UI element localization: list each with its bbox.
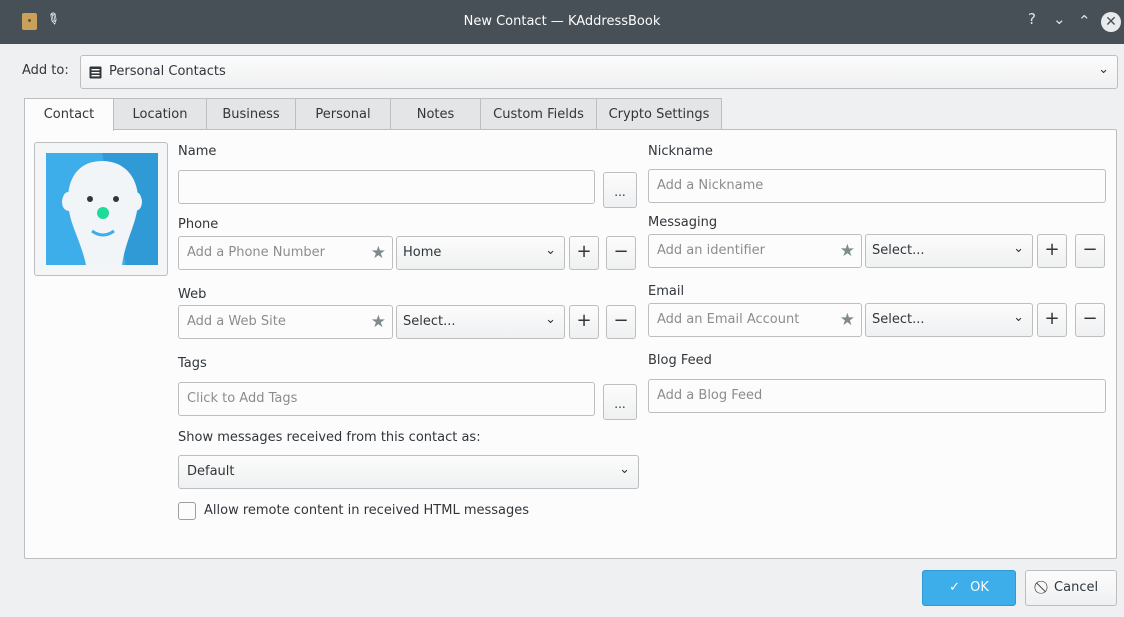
close-icon[interactable]: ✕ xyxy=(1101,12,1121,32)
phone-input[interactable]: Add a Phone Number ★ xyxy=(178,236,393,270)
avatar-face-icon xyxy=(62,153,158,265)
tab-location[interactable]: Location xyxy=(113,98,207,130)
maximize-icon[interactable]: ⌃ xyxy=(1078,12,1091,30)
tags-more-button[interactable]: ... xyxy=(603,384,637,420)
ok-button[interactable]: ✓ OK xyxy=(922,570,1016,606)
checkmark-icon: ✓ xyxy=(949,580,960,595)
name-input[interactable] xyxy=(178,170,595,204)
blog-feed-placeholder: Add a Blog Feed xyxy=(657,388,763,403)
title-bar: ✎ New Contact — KAddressBook ? ⌄ ⌃ ✕ xyxy=(0,0,1124,44)
blog-feed-label: Blog Feed xyxy=(648,353,712,368)
minimize-icon[interactable]: ⌄ xyxy=(1053,10,1066,28)
tab-crypto-settings[interactable]: Crypto Settings xyxy=(596,98,722,130)
email-label: Email xyxy=(648,284,685,299)
tags-input[interactable]: Click to Add Tags xyxy=(178,382,595,416)
messaging-type-value: Select... xyxy=(872,243,925,258)
messaging-add-button[interactable]: + xyxy=(1037,234,1067,268)
tab-business[interactable]: Business xyxy=(206,98,296,130)
phone-remove-button[interactable]: − xyxy=(606,236,636,270)
phone-type-combobox[interactable]: Home ⌄ xyxy=(396,236,565,270)
email-placeholder: Add an Email Account xyxy=(657,312,800,327)
phone-type-value: Home xyxy=(403,245,442,260)
web-label: Web xyxy=(178,287,207,302)
chevron-down-icon: ⌄ xyxy=(545,312,556,327)
web-add-button[interactable]: + xyxy=(569,305,599,339)
messaging-label: Messaging xyxy=(648,215,718,230)
nickname-label: Nickname xyxy=(648,144,713,159)
chevron-down-icon: ⌄ xyxy=(545,243,556,258)
web-placeholder: Add a Web Site xyxy=(187,314,286,329)
tab-notes[interactable]: Notes xyxy=(390,98,481,130)
phone-placeholder: Add a Phone Number xyxy=(187,245,326,260)
email-add-button[interactable]: + xyxy=(1037,303,1067,337)
phone-label: Phone xyxy=(178,217,219,232)
tags-label: Tags xyxy=(178,356,207,371)
name-label: Name xyxy=(178,144,217,159)
tab-personal[interactable]: Personal xyxy=(295,98,391,130)
show-messages-label: Show messages received from this contact… xyxy=(178,430,481,445)
allow-remote-content-checkbox[interactable] xyxy=(178,502,196,520)
email-remove-button[interactable]: − xyxy=(1075,303,1105,337)
allow-remote-content-label[interactable]: Allow remote content in received HTML me… xyxy=(204,503,529,518)
web-type-value: Select... xyxy=(403,314,456,329)
chevron-down-icon: ⌄ xyxy=(1098,62,1109,77)
email-input[interactable]: Add an Email Account ★ xyxy=(648,303,862,337)
chevron-down-icon: ⌄ xyxy=(1013,310,1024,325)
star-icon[interactable]: ★ xyxy=(371,243,386,263)
address-book-icon xyxy=(89,66,102,79)
messaging-type-combobox[interactable]: Select... ⌄ xyxy=(865,234,1033,268)
messaging-input[interactable]: Add an identifier ★ xyxy=(648,234,862,268)
tab-custom-fields[interactable]: Custom Fields xyxy=(480,98,597,130)
messaging-placeholder: Add an identifier xyxy=(657,243,765,258)
show-messages-combobox[interactable]: Default ⌄ xyxy=(178,455,639,489)
star-icon[interactable]: ★ xyxy=(371,312,386,332)
web-type-combobox[interactable]: Select... ⌄ xyxy=(396,305,565,339)
star-icon[interactable]: ★ xyxy=(840,310,855,330)
email-type-combobox[interactable]: Select... ⌄ xyxy=(865,303,1033,337)
ok-label: OK xyxy=(970,580,989,595)
star-icon[interactable]: ★ xyxy=(840,241,855,261)
help-icon[interactable]: ? xyxy=(1028,10,1036,28)
add-to-label: Add to: xyxy=(22,63,69,78)
tags-placeholder: Click to Add Tags xyxy=(187,391,298,406)
add-to-combobox[interactable]: Personal Contacts ⌄ xyxy=(80,55,1118,89)
blog-feed-input[interactable]: Add a Blog Feed xyxy=(648,379,1106,413)
cancel-button[interactable]: ⃠ Cancel xyxy=(1025,570,1117,606)
nickname-input[interactable]: Add a Nickname xyxy=(648,169,1106,203)
cancel-label: Cancel xyxy=(1054,580,1099,595)
chevron-down-icon: ⌄ xyxy=(1013,241,1024,256)
add-to-value: Personal Contacts xyxy=(109,64,226,79)
messaging-remove-button[interactable]: − xyxy=(1075,234,1105,268)
avatar xyxy=(46,153,158,265)
web-remove-button[interactable]: − xyxy=(606,305,636,339)
nickname-placeholder: Add a Nickname xyxy=(657,178,764,193)
phone-add-button[interactable]: + xyxy=(569,236,599,270)
chevron-down-icon: ⌄ xyxy=(619,462,630,477)
show-messages-value: Default xyxy=(187,464,235,479)
email-type-value: Select... xyxy=(872,312,925,327)
tab-contact[interactable]: Contact xyxy=(24,98,114,131)
window-title: New Contact — KAddressBook xyxy=(463,14,661,29)
web-input[interactable]: Add a Web Site ★ xyxy=(178,305,393,339)
contact-photo-button[interactable] xyxy=(34,142,168,276)
name-more-button[interactable]: ... xyxy=(603,172,637,208)
